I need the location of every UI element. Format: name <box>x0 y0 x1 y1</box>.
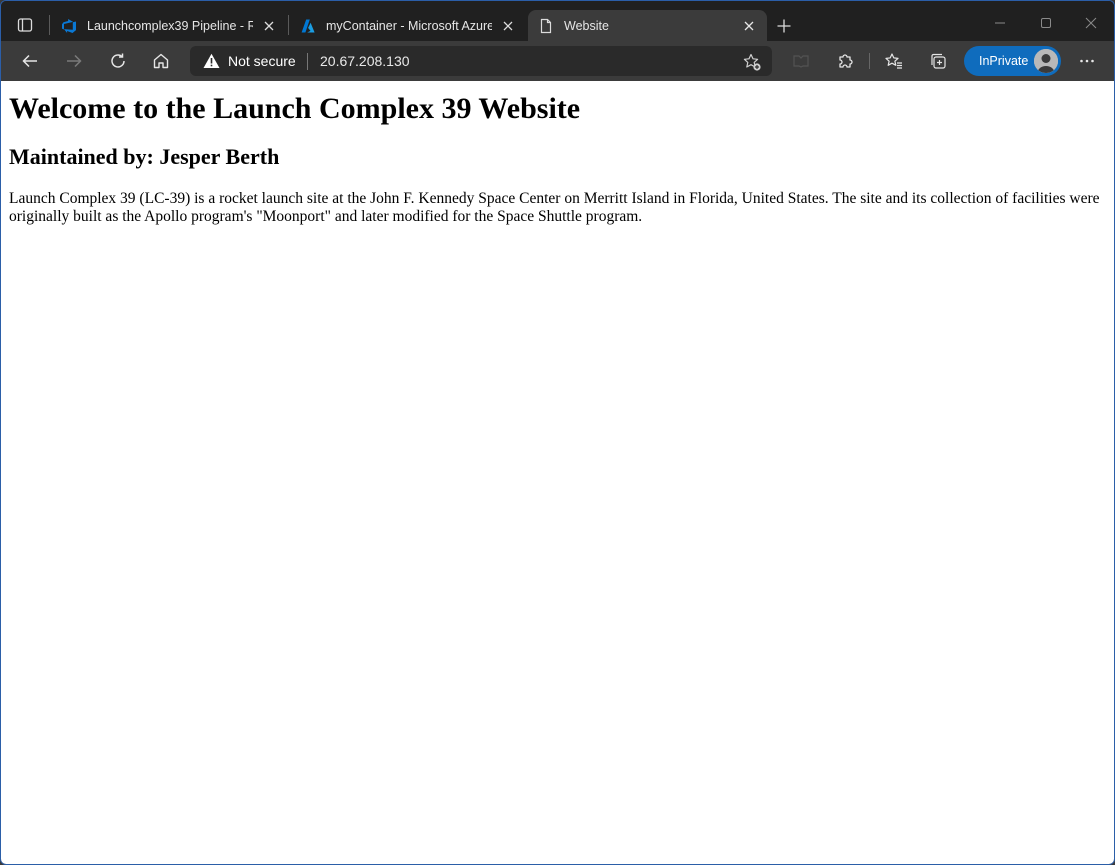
security-status[interactable]: Not secure <box>228 53 296 69</box>
maximize-icon <box>1041 18 1051 28</box>
collections-button[interactable] <box>923 47 953 75</box>
tab-close-button[interactable] <box>741 18 757 34</box>
tab-pipeline[interactable]: Launchcomplex39 Pipeline - Rele <box>51 10 287 41</box>
tab-close-button[interactable] <box>500 18 516 34</box>
page-heading: Welcome to the Launch Complex 39 Website <box>9 92 581 125</box>
address-bar[interactable]: Not secure 20.67.208.130 <box>190 46 772 76</box>
inprivate-profile-button[interactable]: InPrivate <box>964 46 1061 76</box>
collections-icon <box>931 53 946 69</box>
plus-icon <box>777 19 791 33</box>
new-tab-button[interactable] <box>773 15 795 37</box>
browser-toolbar: Not secure 20.67.208.130 InPrivate <box>1 41 1114 81</box>
reading-view-button[interactable] <box>786 47 816 75</box>
extensions-button[interactable] <box>830 47 860 75</box>
puzzle-icon <box>839 54 853 68</box>
arrow-right-icon <box>67 54 82 68</box>
tab-actions-button[interactable] <box>11 11 39 39</box>
toolbar-separator <box>869 53 870 69</box>
azure-devops-icon <box>62 18 76 33</box>
favorites-button[interactable] <box>879 47 909 75</box>
maximize-button[interactable] <box>1023 9 1069 37</box>
forward-button[interactable] <box>59 47 89 75</box>
refresh-icon <box>111 53 125 68</box>
tab-strip: Launchcomplex39 Pipeline - Rele myContai… <box>1 1 1114 41</box>
inprivate-label: InPrivate <box>979 54 1029 68</box>
add-favorite-icon[interactable] <box>742 52 762 72</box>
close-icon <box>264 21 274 30</box>
refresh-button[interactable] <box>103 47 133 75</box>
tab-separator <box>49 15 50 35</box>
avatar <box>1034 49 1058 73</box>
tab-separator <box>288 15 289 35</box>
close-window-button[interactable] <box>1068 9 1114 37</box>
page-icon <box>540 18 552 33</box>
tab-title: Launchcomplex39 Pipeline - Rele <box>87 18 253 33</box>
back-button[interactable] <box>15 47 45 75</box>
close-icon <box>744 21 754 30</box>
minimize-button[interactable] <box>977 9 1023 37</box>
close-icon <box>503 21 513 30</box>
warning-icon[interactable] <box>203 53 220 69</box>
home-button[interactable] <box>146 47 176 75</box>
settings-menu-button[interactable] <box>1072 47 1102 75</box>
close-icon <box>1085 17 1097 29</box>
page-content: Welcome to the Launch Complex 39 Website… <box>1 92 1114 226</box>
tab-azure[interactable]: myContainer - Microsoft Azure <box>290 10 526 41</box>
home-icon <box>153 53 169 69</box>
immersive-reader-icon <box>793 55 809 68</box>
tab-close-button[interactable] <box>261 18 277 34</box>
minimize-icon <box>995 22 1005 24</box>
address-divider <box>307 53 308 70</box>
profile-icon <box>1034 49 1058 73</box>
tab-title: myContainer - Microsoft Azure <box>326 18 492 33</box>
tab-website[interactable]: Website <box>528 10 767 41</box>
url-text[interactable]: 20.67.208.130 <box>320 53 410 69</box>
favorites-icon <box>885 53 902 69</box>
arrow-left-icon <box>22 54 37 68</box>
more-icon <box>1080 59 1094 63</box>
browser-window: Launchcomplex39 Pipeline - Rele myContai… <box>0 0 1115 865</box>
page-paragraph: Launch Complex 39 (LC-39) is a rocket la… <box>9 190 1100 225</box>
page-viewport: Welcome to the Launch Complex 39 Website… <box>1 81 1114 864</box>
tab-actions-icon <box>17 18 33 32</box>
azure-icon <box>301 19 315 32</box>
tab-title: Website <box>564 18 609 33</box>
page-subheading: Maintained by: Jesper Berth <box>9 144 280 169</box>
